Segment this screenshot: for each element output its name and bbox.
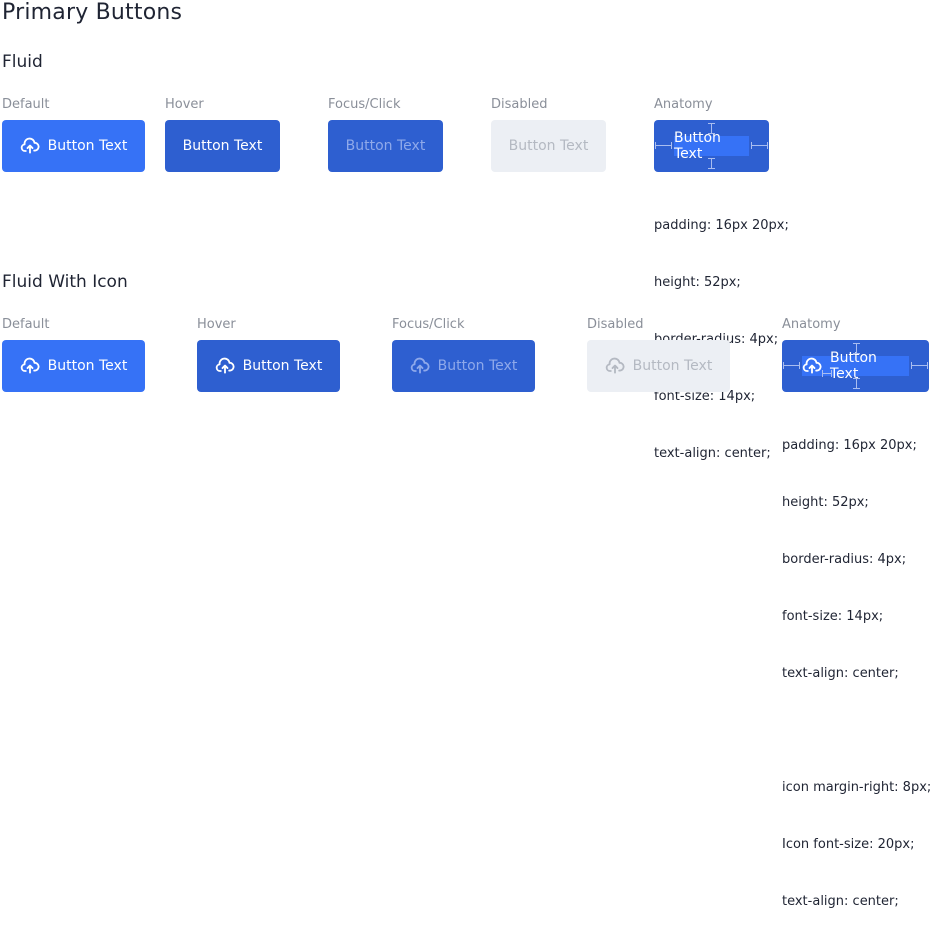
button-label: Button Text [632, 358, 713, 374]
state-label-focus: Focus/Click [328, 97, 401, 112]
cloud-upload-icon [20, 356, 40, 376]
anatomy-specs: padding: 16px 20px; height: 52px; border… [654, 178, 789, 482]
anatomy-icon-specs: padding: 16px 20px; height: 52px; border… [782, 398, 930, 930]
button-label: Button Text [345, 138, 426, 154]
primary-button-hover[interactable]: Button Text [165, 120, 280, 172]
spec-line: icon margin-right: 8px; [782, 780, 930, 795]
spec-line: padding: 16px 20px; [654, 218, 789, 233]
section-heading-fluid: Fluid [2, 52, 43, 72]
state-label-disabled: Disabled [491, 97, 548, 112]
state-label-focus: Focus/Click [392, 317, 465, 332]
icon-margin-marker-cap [831, 370, 832, 377]
spec-line [782, 721, 930, 740]
button-label: Button Text [437, 358, 518, 374]
state-label-hover: Hover [165, 97, 204, 112]
padding-bottom-marker-cap [853, 378, 860, 379]
spec-line: text-align: center; [654, 446, 771, 461]
spec-line: text-align: center; [782, 894, 899, 909]
spec-line: text-align: center; [782, 666, 899, 681]
primary-button-focus[interactable]: Button Text [328, 120, 443, 172]
icon-button-default[interactable]: Button Text [2, 340, 145, 392]
padding-top-marker-cap [708, 123, 715, 124]
anatomy-content-area: Button Text [802, 350, 909, 382]
padding-right-marker-cap [927, 362, 928, 369]
padding-left-marker-cap [799, 362, 800, 369]
primary-button-default[interactable]: Button Text [2, 120, 145, 172]
cloud-upload-icon [20, 136, 40, 156]
padding-right-marker-cap [751, 142, 752, 149]
padding-left-marker-cap [783, 362, 784, 369]
anatomy-button: Button Text [654, 120, 769, 172]
page-title: Primary Buttons [2, 0, 183, 25]
padding-right-marker [751, 145, 768, 146]
state-label-disabled: Disabled [587, 317, 644, 332]
padding-top-marker-cap [708, 133, 715, 134]
padding-left-marker-cap [655, 142, 656, 149]
cloud-upload-icon [410, 356, 430, 376]
state-label-default: Default [2, 97, 50, 112]
anatomy-icon-button: Button Text [782, 340, 929, 392]
padding-left-marker [655, 145, 672, 146]
padding-top-marker-cap [853, 353, 860, 354]
icon-button-disabled: Button Text [587, 340, 730, 392]
button-label: Button Text [830, 350, 877, 382]
section-heading-fluid-with-icon: Fluid With Icon [2, 272, 128, 292]
padding-bottom-marker-cap [853, 388, 860, 389]
cloud-upload-icon [215, 356, 235, 376]
icon-button-focus[interactable]: Button Text [392, 340, 535, 392]
button-label: Button Text [508, 138, 589, 154]
padding-right-marker-cap [767, 142, 768, 149]
icon-button-hover[interactable]: Button Text [197, 340, 340, 392]
spec-line: height: 52px; [782, 495, 869, 510]
anatomy-content-area: Button Text [674, 130, 749, 162]
padding-bottom-marker-cap [708, 168, 715, 169]
cloud-upload-icon [802, 356, 822, 376]
state-label-anatomy: Anatomy [782, 317, 841, 332]
padding-left-marker-cap [671, 142, 672, 149]
state-label-default: Default [2, 317, 50, 332]
state-label-hover: Hover [197, 317, 236, 332]
padding-right-marker [911, 365, 928, 366]
padding-bottom-marker-cap [708, 158, 715, 159]
spec-line: height: 52px; [654, 275, 741, 290]
primary-button-disabled: Button Text [491, 120, 606, 172]
icon-margin-marker-cap [822, 370, 823, 377]
cloud-upload-icon [605, 356, 625, 376]
button-label: Button Text [182, 138, 263, 154]
spec-line: border-radius: 4px; [782, 552, 907, 567]
padding-top-marker-cap [853, 343, 860, 344]
button-label: Button Text [242, 358, 323, 374]
state-label-anatomy: Anatomy [654, 97, 713, 112]
padding-left-marker [783, 365, 800, 366]
button-label: Button Text [47, 358, 128, 374]
spec-line: font-size: 14px; [782, 609, 884, 624]
padding-right-marker-cap [911, 362, 912, 369]
spec-line: padding: 16px 20px; [782, 438, 917, 453]
spec-line: Icon font-size: 20px; [782, 837, 915, 852]
button-label: Button Text [47, 138, 128, 154]
